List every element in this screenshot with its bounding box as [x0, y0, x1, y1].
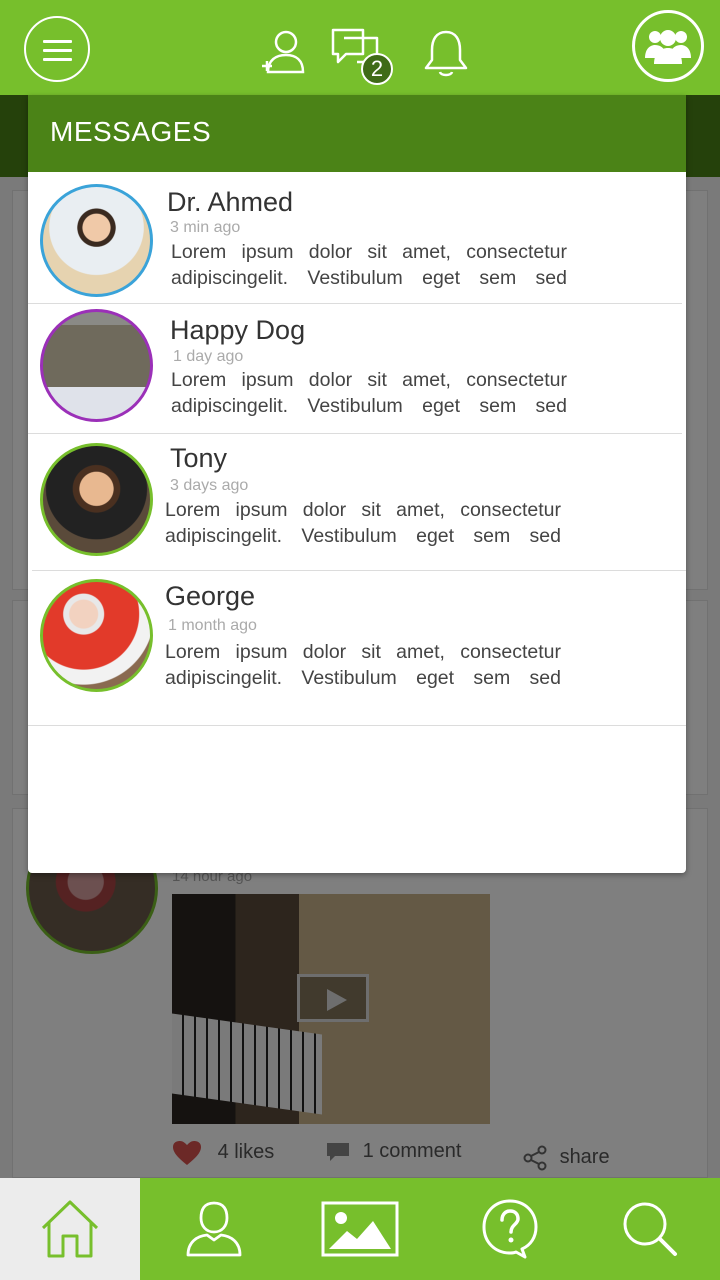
avatar[interactable] [40, 443, 153, 556]
group-icon [645, 30, 691, 64]
bell-icon[interactable] [420, 28, 472, 80]
nav-gallery[interactable] [290, 1178, 430, 1280]
profile-icon [186, 1201, 242, 1257]
message-time: 1 day ago [173, 348, 244, 365]
gallery-icon [321, 1201, 399, 1257]
help-icon [482, 1199, 538, 1259]
message-preview-line: adipiscingelit. Vestibulum eget sem sed [165, 525, 561, 547]
avatar[interactable] [40, 309, 153, 422]
avatar[interactable] [40, 579, 153, 692]
message-preview-line: adipiscingelit. Vestibulum eget sem sed [171, 267, 567, 289]
menu-icon-line [43, 40, 72, 43]
messages-badge: 2 [361, 53, 393, 85]
message-preview: Lorem ipsum dolor sit amet, consectetur … [165, 639, 561, 691]
nav-profile[interactable] [144, 1178, 284, 1280]
message-time: 1 month ago [168, 617, 257, 634]
add-friend-icon[interactable] [258, 28, 310, 80]
divider [28, 725, 686, 726]
message-sender: Happy Dog [170, 315, 306, 345]
home-icon [41, 1200, 99, 1258]
message-item[interactable]: Tony 3 days ago Lorem ipsum dolor sit am… [28, 434, 686, 570]
message-preview-line: Lorem ipsum dolor sit amet, consectetur [171, 241, 567, 263]
menu-button[interactable] [24, 16, 90, 82]
message-time: 3 min ago [170, 219, 241, 236]
message-preview: Lorem ipsum dolor sit amet, consectetur … [171, 239, 567, 291]
message-preview-line: Lorem ipsum dolor sit amet, consectetur [165, 641, 561, 663]
message-item[interactable]: George 1 month ago Lorem ipsum dolor sit… [28, 571, 686, 725]
message-sender: Tony [170, 443, 228, 473]
message-preview-line: adipiscingelit. Vestibulum eget sem sed [171, 395, 567, 417]
search-icon [623, 1202, 677, 1256]
bottom-nav [0, 1178, 720, 1280]
message-preview-line: Lorem ipsum dolor sit amet, consectetur [165, 499, 561, 521]
message-preview-line: Lorem ipsum dolor sit amet, consectetur [171, 369, 567, 391]
message-preview-line: adipiscingelit. Vestibulum eget sem sed [165, 667, 561, 689]
messages-panel-title: MESSAGES [28, 95, 686, 172]
message-preview: Lorem ipsum dolor sit amet, consectetur … [171, 367, 567, 419]
message-item[interactable]: Happy Dog 1 day ago Lorem ipsum dolor si… [28, 304, 686, 434]
messages-panel: MESSAGES Dr. Ahmed 3 min ago Lorem ipsum… [28, 95, 686, 873]
message-preview: Lorem ipsum dolor sit amet, consectetur … [165, 497, 561, 549]
nav-home[interactable] [0, 1178, 140, 1280]
nav-search[interactable] [580, 1178, 720, 1280]
message-time: 3 days ago [170, 477, 249, 494]
nav-help[interactable] [440, 1178, 580, 1280]
top-bar: 2 [0, 0, 720, 95]
menu-icon-line [43, 49, 72, 52]
message-item[interactable]: Dr. Ahmed 3 min ago Lorem ipsum dolor si… [28, 172, 686, 303]
message-sender: Dr. Ahmed [167, 187, 294, 217]
message-sender: George [165, 581, 256, 611]
group-button[interactable] [632, 10, 704, 82]
menu-icon-line [43, 58, 72, 61]
avatar[interactable] [40, 184, 153, 297]
